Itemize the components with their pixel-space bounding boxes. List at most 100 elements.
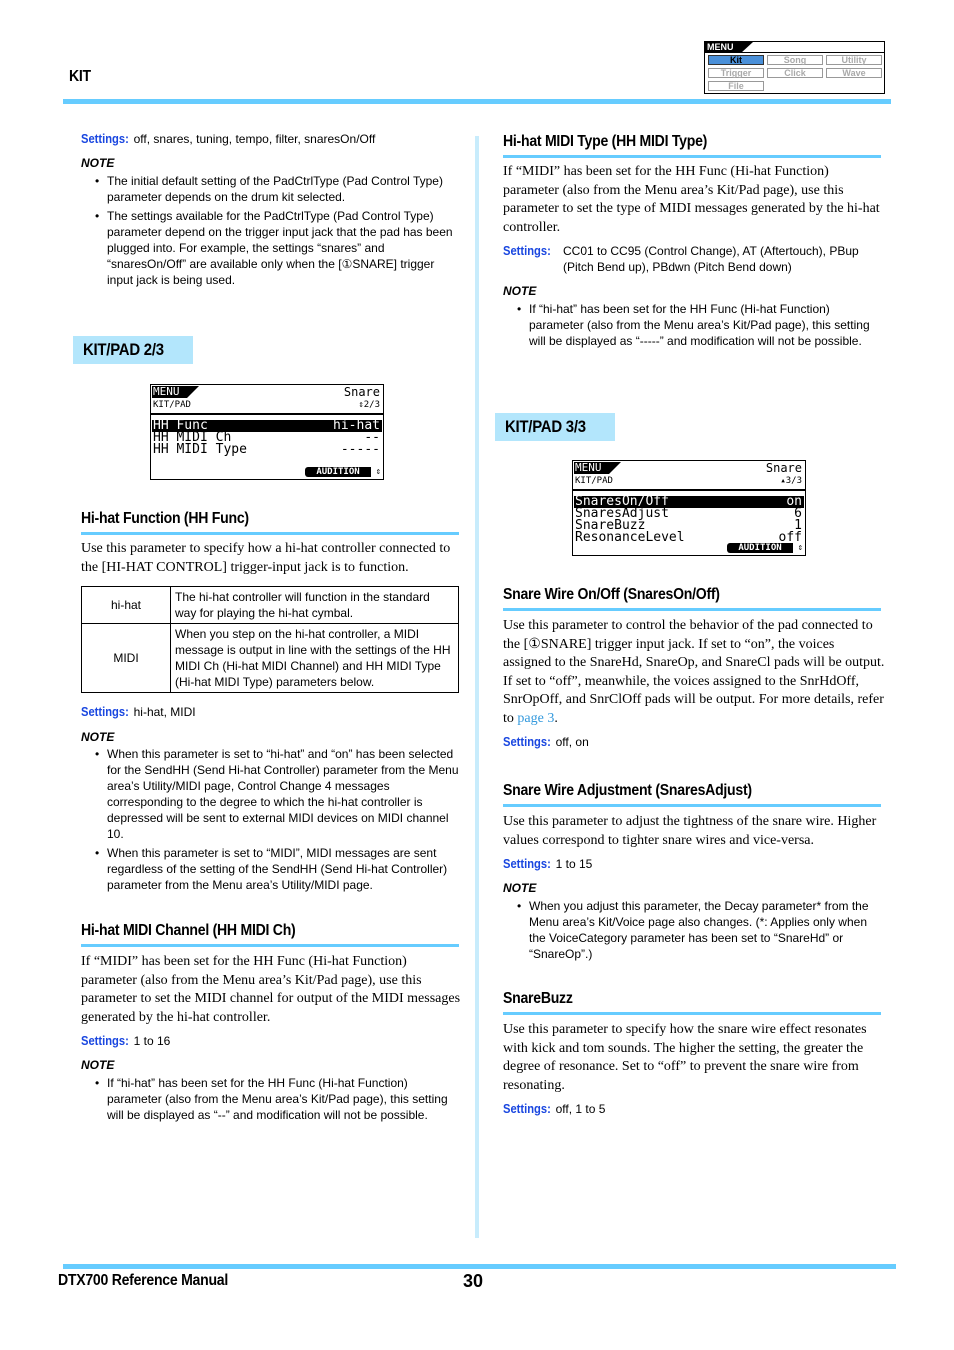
menu-navigator: MENU Kit Song Utility Trigger Click Wave… bbox=[704, 41, 885, 94]
manual-title: DTX700 Reference Manual bbox=[58, 1272, 229, 1289]
lcd-page-number: ▴3/3 bbox=[780, 476, 802, 486]
settings-value: off, on bbox=[555, 735, 589, 749]
menu-item-utility: Utility bbox=[826, 55, 882, 65]
settings-value: hi-hat, MIDI bbox=[133, 705, 196, 719]
settings-label: Settings: bbox=[81, 1033, 129, 1048]
section-heading: Snare Wire On/Off (SnaresOn/Off) bbox=[503, 586, 720, 603]
hh-midi-type-note-list: If “hi-hat” has been set for the HH Func… bbox=[515, 301, 885, 352]
note-item: When this parameter is set to “MIDI”, MI… bbox=[93, 845, 461, 893]
header-rule bbox=[63, 99, 891, 104]
section-rule bbox=[503, 1012, 881, 1015]
settings-value: off, snares, tuning, tempo, filter, snar… bbox=[133, 132, 376, 146]
section-rule bbox=[503, 608, 881, 611]
section-heading: SnareBuzz bbox=[503, 990, 573, 1007]
page-badge-kitpad-3-3: KIT/PAD 3/3 bbox=[495, 413, 615, 441]
table-desc: When you step on the hi-hat controller, … bbox=[170, 623, 459, 693]
hh-func-note-list: When this parameter is set to “hi-hat” a… bbox=[93, 746, 461, 896]
body-paragraph: Use this parameter to specify how the sn… bbox=[503, 1022, 867, 1093]
note-item: The initial default setting of the PadCt… bbox=[93, 173, 463, 205]
menu-item-kit: Kit bbox=[708, 55, 764, 65]
table-row: hi-hat The hi-hat controller will functi… bbox=[81, 586, 459, 624]
up-down-arrow-icon: ⇕ bbox=[797, 543, 803, 553]
table-key: MIDI bbox=[81, 623, 171, 693]
note-item: If “hi-hat” has been set for the HH Func… bbox=[93, 1075, 461, 1123]
footer-rule bbox=[63, 1264, 896, 1269]
page-link[interactable]: page 3 bbox=[517, 711, 554, 726]
section-heading: Hi-hat MIDI Type (HH MIDI Type) bbox=[503, 133, 708, 150]
menu-item-file: File bbox=[708, 81, 764, 91]
lcd-page-number: ⇕2/3 bbox=[358, 400, 380, 410]
lcd-separator bbox=[151, 413, 383, 415]
lcd-screen-kitpad-3-3: MENU Snare KIT/PAD ▴3/3 SnaresOn/Off on S… bbox=[572, 460, 806, 556]
menu-item-trigger: Trigger bbox=[708, 68, 764, 78]
lcd-page-name: KIT/PAD bbox=[153, 400, 191, 410]
hh-midi-ch-settings: Settings: 1 to 16 bbox=[81, 1033, 170, 1049]
snare-buzz-settings: Settings: off, 1 to 5 bbox=[503, 1101, 605, 1117]
snares-adjust-note-list: When you adjust this parameter, the Deca… bbox=[515, 898, 885, 965]
menu-item-wave: Wave bbox=[826, 68, 882, 78]
section-rule bbox=[81, 532, 459, 535]
snares-adjust-settings: Settings: 1 to 15 bbox=[503, 856, 592, 872]
lcd-menu-corner bbox=[609, 462, 621, 474]
settings-label: Settings: bbox=[503, 734, 551, 749]
lcd-page-name: KIT/PAD bbox=[575, 476, 613, 486]
lcd-screen-kitpad-2-3: MENU Snare KIT/PAD ⇕2/3 HH Func hi-hat HH… bbox=[150, 384, 384, 480]
table-row: MIDI When you step on the hi-hat control… bbox=[81, 623, 459, 693]
menu-item-click: Click bbox=[767, 68, 823, 78]
lcd-separator bbox=[573, 489, 805, 491]
menu-item-song: Song bbox=[767, 55, 823, 65]
section-heading: Hi-hat Function (HH Func) bbox=[81, 510, 249, 527]
page-number: 30 bbox=[463, 1271, 484, 1291]
settings-label: Settings: bbox=[81, 704, 129, 719]
settings-label: Settings: bbox=[81, 131, 129, 146]
settings-value: 1 to 15 bbox=[555, 857, 593, 871]
lcd-instrument-name: Snare bbox=[765, 461, 802, 475]
settings-value: off, 1 to 5 bbox=[555, 1102, 606, 1116]
note-item: When you adjust this parameter, the Deca… bbox=[515, 898, 885, 962]
body-paragraph: Use this parameter to specify how a hi-h… bbox=[81, 541, 451, 575]
body-paragraph: If “MIDI” has been set for the HH Func (… bbox=[81, 954, 461, 1025]
note-label: NOTE bbox=[81, 730, 115, 744]
page-badge-kitpad-2-3: KIT/PAD 2/3 bbox=[73, 336, 193, 364]
note-label: NOTE bbox=[81, 1058, 115, 1072]
hh-func-table: hi-hat The hi-hat controller will functi… bbox=[81, 586, 459, 693]
settings-label: Settings: bbox=[503, 243, 551, 258]
intro-settings: Settings: off, snares, tuning, tempo, fi… bbox=[81, 131, 375, 147]
section-rule bbox=[81, 944, 459, 947]
note-item: The settings available for the PadCtrlTy… bbox=[93, 208, 463, 288]
settings-label: Settings: bbox=[503, 1101, 551, 1116]
section-heading: Hi-hat MIDI Channel (HH MIDI Ch) bbox=[81, 922, 296, 939]
note-item: If “hi-hat” has been set for the HH Func… bbox=[515, 301, 885, 349]
note-label: NOTE bbox=[503, 881, 537, 895]
settings-value: 1 to 16 bbox=[133, 1034, 171, 1048]
lcd-instrument-name: Snare bbox=[343, 385, 380, 399]
body-paragraph: Use this parameter to adjust the tightne… bbox=[503, 814, 877, 848]
note-item: When this parameter is set to “hi-hat” a… bbox=[93, 746, 461, 842]
hh-midi-ch-note-list: If “hi-hat” has been set for the HH Func… bbox=[93, 1075, 461, 1126]
section-heading: Snare Wire Adjustment (SnaresAdjust) bbox=[503, 782, 752, 799]
table-key: hi-hat bbox=[81, 586, 171, 624]
intro-note-list: The initial default setting of the PadCt… bbox=[93, 173, 463, 291]
settings-value: CC01 to CC95 (Control Change), AT (After… bbox=[563, 244, 859, 274]
table-desc: The hi-hat controller will function in t… bbox=[170, 586, 459, 624]
lcd-menu-tag: MENU bbox=[574, 462, 609, 474]
section-rule bbox=[503, 155, 881, 158]
section-title: KIT bbox=[69, 68, 91, 85]
body-paragraph: Use this parameter to control the behavi… bbox=[503, 618, 885, 726]
note-label: NOTE bbox=[503, 284, 537, 298]
column-divider bbox=[475, 136, 479, 1238]
hh-midi-type-settings: Settings: CC01 to CC95 (Control Change),… bbox=[503, 243, 883, 275]
note-label: NOTE bbox=[81, 156, 115, 170]
settings-label: Settings: bbox=[503, 856, 551, 871]
hh-func-settings: Settings: hi-hat, MIDI bbox=[81, 704, 196, 720]
section-rule bbox=[503, 804, 881, 807]
menu-navigator-divider bbox=[705, 52, 884, 53]
lcd-menu-corner bbox=[187, 386, 199, 398]
lcd-row: HH MIDI Type ----- bbox=[153, 442, 380, 457]
up-down-arrow-icon: ⇕ bbox=[375, 467, 381, 477]
lcd-audition-button: AUDITION bbox=[305, 467, 371, 477]
lcd-menu-tag: MENU bbox=[152, 386, 187, 398]
snares-onoff-settings: Settings: off, on bbox=[503, 734, 589, 750]
lcd-audition-button: AUDITION bbox=[727, 543, 793, 553]
body-paragraph: If “MIDI” has been set for the HH Func (… bbox=[503, 164, 880, 235]
